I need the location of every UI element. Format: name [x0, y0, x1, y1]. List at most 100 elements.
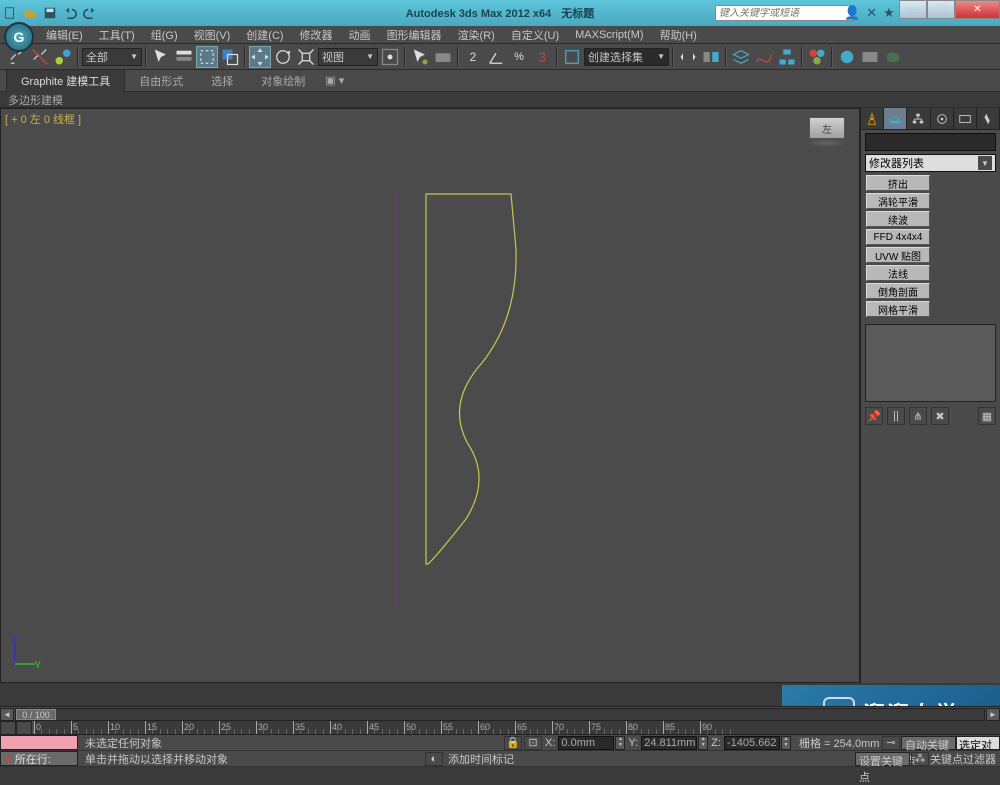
track-bar[interactable]: 051015202530354045505560657075808590	[0, 721, 1000, 735]
menu-render[interactable]: 渲染(R)	[450, 27, 503, 43]
select-scale-icon[interactable]	[295, 46, 317, 68]
mod-ffd[interactable]: FFD 4x4x4	[866, 229, 930, 245]
mod-meshsmooth[interactable]: 网格平滑	[866, 301, 930, 317]
addtime-button[interactable]: 添加时间标记	[444, 751, 516, 767]
coord-z-spinner[interactable]: ▲▼	[781, 736, 791, 750]
qat-save-icon[interactable]	[40, 4, 60, 22]
schematic-view-icon[interactable]	[776, 46, 798, 68]
autokey-button[interactable]: 自动关键点	[901, 736, 956, 750]
snap-percent-icon[interactable]: %	[508, 46, 530, 68]
rendered-frame-icon[interactable]	[859, 46, 881, 68]
keyfilter-button[interactable]: 关键点过滤器	[930, 751, 1000, 767]
bind-icon[interactable]	[52, 46, 74, 68]
setkey-button[interactable]: 设置关键点	[855, 752, 910, 766]
menu-create[interactable]: 创建(C)	[238, 27, 291, 43]
curve-editor-icon[interactable]	[753, 46, 775, 68]
script-listener-pink[interactable]	[0, 735, 78, 750]
render-setup-icon[interactable]	[836, 46, 858, 68]
time-slider-left-icon[interactable]: ◄	[0, 708, 14, 721]
window-crossing-icon[interactable]	[219, 46, 241, 68]
edit-selset-icon[interactable]	[561, 46, 583, 68]
select-object-icon[interactable]	[150, 46, 172, 68]
mirror-icon[interactable]	[677, 46, 699, 68]
manipulate-icon[interactable]	[409, 46, 431, 68]
menu-graph[interactable]: 图形编辑器	[379, 27, 450, 43]
menu-group[interactable]: 组(G)	[143, 27, 186, 43]
cmd-tab-motion-icon[interactable]	[931, 108, 954, 129]
ribbon-tab-objpaint[interactable]: 对象绘制	[247, 70, 319, 92]
snap-2d-icon[interactable]: 2	[462, 46, 484, 68]
qat-undo-icon[interactable]	[60, 4, 80, 22]
mod-extrude[interactable]: 挤出	[866, 175, 930, 191]
mod-turbosmooth[interactable]: 涡轮平滑	[866, 193, 930, 209]
viewcube[interactable]: 左	[809, 117, 845, 145]
viewport[interactable]: [ + 0 左 0 线框 ] 左 zy	[0, 108, 860, 683]
script-line-label[interactable]: ● 所在行:	[0, 751, 78, 766]
mod-bevelprofile[interactable]: 倒角剖面	[866, 283, 930, 299]
cmd-tab-create-icon[interactable]	[861, 108, 884, 129]
trackbar-toggle-icon[interactable]	[0, 721, 16, 735]
show-end-icon[interactable]: ||	[887, 407, 905, 425]
comm-center-icon[interactable]: ◐	[425, 752, 443, 766]
layer-manager-icon[interactable]	[730, 46, 752, 68]
mod-ripple[interactable]: 续波	[866, 211, 930, 227]
menu-maxscript[interactable]: MAXScript(M)	[567, 29, 651, 41]
unique-icon[interactable]: ⋔	[909, 407, 927, 425]
infocenter-exchange-icon[interactable]: ✕	[866, 5, 877, 21]
render-production-icon[interactable]	[882, 46, 904, 68]
time-slider-right-icon[interactable]: ►	[986, 708, 1000, 721]
cmd-tab-utilities-icon[interactable]	[977, 108, 1000, 129]
infocenter-signin-icon[interactable]: 👤	[844, 5, 860, 21]
search-box[interactable]	[715, 5, 855, 21]
mod-normal[interactable]: 法线	[866, 265, 930, 281]
cmd-tab-display-icon[interactable]	[954, 108, 977, 129]
coord-x-value[interactable]: 0.0mm	[558, 736, 614, 750]
window-minimize-button[interactable]: —	[899, 0, 927, 19]
trackbar-keys-icon[interactable]	[16, 721, 32, 735]
remove-mod-icon[interactable]: ✖	[931, 407, 949, 425]
viewport-label[interactable]: [ + 0 左 0 线框 ]	[5, 111, 81, 127]
ribbon-tab-selection[interactable]: 选择	[197, 70, 247, 92]
ref-coord-dropdown[interactable]: 视图▼	[318, 48, 378, 66]
window-maximize-button[interactable]: ☐	[927, 0, 955, 19]
ribbon-tab-freeform[interactable]: 自由形式	[125, 70, 197, 92]
spline-object[interactable]	[396, 189, 596, 609]
time-slider-thumb[interactable]: 0 / 100	[16, 709, 56, 720]
cmd-tab-hierarchy-icon[interactable]	[907, 108, 930, 129]
ribbon-tab-graphite[interactable]: Graphite 建模工具	[6, 69, 125, 92]
coord-z-value[interactable]: -1405.662	[724, 736, 780, 750]
window-close-button[interactable]: ✕	[955, 0, 1000, 19]
infocenter-fav-icon[interactable]: ★	[883, 5, 895, 21]
mod-uvwmap[interactable]: UVW 贴图	[866, 247, 930, 263]
select-name-icon[interactable]	[173, 46, 195, 68]
keyboard-shortcut-icon[interactable]	[432, 46, 454, 68]
align-icon[interactable]	[700, 46, 722, 68]
ribbon-expand-icon[interactable]: ▣ ▾	[325, 74, 344, 87]
key-big-icon[interactable]: ⁂	[911, 752, 929, 766]
select-region-rect-icon[interactable]	[196, 46, 218, 68]
key-mode-icon[interactable]: ⊸	[882, 736, 900, 750]
qat-open-icon[interactable]	[20, 4, 40, 22]
select-move-icon[interactable]	[249, 46, 271, 68]
unlink-icon[interactable]	[29, 46, 51, 68]
object-name-field[interactable]	[865, 133, 996, 151]
qat-new-icon[interactable]	[0, 4, 20, 22]
time-slider[interactable]: ◄ 0 / 100 ►	[0, 706, 1000, 721]
selection-filter-dropdown[interactable]: 全部▼	[82, 48, 142, 66]
qat-redo-icon[interactable]	[80, 4, 100, 22]
menu-tools[interactable]: 工具(T)	[91, 27, 143, 43]
coord-x-spinner[interactable]: ▲▼	[615, 736, 625, 750]
coord-y-spinner[interactable]: ▲▼	[698, 736, 708, 750]
menu-customize[interactable]: 自定义(U)	[503, 27, 567, 43]
menu-edit[interactable]: 编辑(E)	[38, 27, 91, 43]
menu-modifiers[interactable]: 修改器	[292, 27, 341, 43]
named-selset-dropdown[interactable]: 创建选择集▼	[584, 48, 669, 66]
select-rotate-icon[interactable]	[272, 46, 294, 68]
menu-views[interactable]: 视图(V)	[186, 27, 239, 43]
menu-animation[interactable]: 动画	[341, 27, 379, 43]
lock-selection-icon[interactable]: 🔒	[504, 736, 522, 750]
keytarget-dropdown[interactable]: 选定对象	[956, 736, 1000, 750]
cmd-tab-modify-icon[interactable]	[884, 108, 907, 129]
use-center-icon[interactable]	[379, 46, 401, 68]
modifier-stack[interactable]	[865, 324, 996, 402]
